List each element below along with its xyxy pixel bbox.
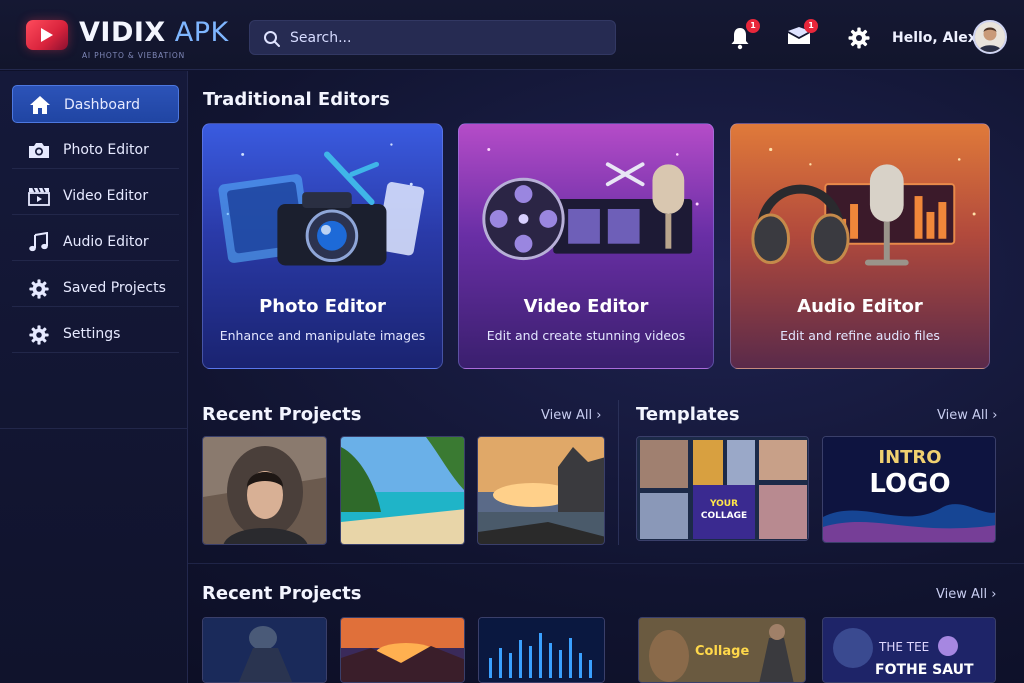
chevron-right-icon: › <box>992 408 998 423</box>
sidebar-item-label: Dashboard <box>64 97 140 113</box>
audio-editor-card-title: Audio Editor <box>797 296 923 317</box>
the-tee-text-1: THE TEE <box>879 640 930 654</box>
search-icon <box>264 31 280 47</box>
recent-project-thumbnail[interactable] <box>478 617 605 683</box>
camera-icon <box>29 143 49 158</box>
recent-project-thumbnail[interactable] <box>340 617 465 683</box>
view-all-label: View All <box>936 587 988 602</box>
clapperboard-icon <box>28 187 50 206</box>
section-title-editors: Traditional Editors <box>203 89 390 110</box>
sidebar-item-audio-editor[interactable]: Audio Editor <box>12 223 179 261</box>
templates-view-all-link[interactable]: View All › <box>937 408 997 423</box>
music-note-icon <box>29 232 48 252</box>
sidebar-item-label: Audio Editor <box>63 234 149 250</box>
view-all-label: View All <box>937 408 989 423</box>
gear-icon <box>29 279 49 299</box>
section-title-templates: Templates <box>636 404 740 425</box>
intro-logo-template-thumbnail[interactable]: INTRO LOGO <box>822 436 996 543</box>
sidebar: Dashboard Photo Editor Video Editor Audi… <box>0 71 188 683</box>
sidebar-item-photo-editor[interactable]: Photo Editor <box>12 131 179 169</box>
logo-play-icon[interactable] <box>26 20 68 50</box>
collage-template-thumbnail[interactable]: YOUR COLLAGE <box>636 436 809 541</box>
audio-editor-card-desc: Edit and refine audio files <box>780 328 940 343</box>
sidebar-item-label: Settings <box>63 326 121 342</box>
notifications-badge: 1 <box>746 19 760 33</box>
section-divider <box>618 400 619 545</box>
recent-project-thumbnail[interactable] <box>340 436 465 545</box>
gear-icon <box>29 325 49 345</box>
top-header: VIDIX APK AI PHOTO & VIEBATION 1 1 <box>0 0 1024 70</box>
audio-editor-illustration <box>751 147 976 266</box>
recent-projects-view-all-link[interactable]: View All › <box>541 408 601 423</box>
collage-project-thumbnail[interactable]: Collage <box>638 617 806 683</box>
section-separator <box>188 563 1024 564</box>
the-tee-project-thumbnail[interactable]: THE TEE FOTHE SAUT <box>822 617 996 683</box>
photo-editor-card[interactable]: Photo Editor Enhance and manipulate imag… <box>202 123 443 369</box>
the-tee-text-2: FOTHE SAUT <box>875 662 974 678</box>
sidebar-item-dashboard[interactable]: Dashboard <box>12 85 179 123</box>
video-editor-illustration <box>482 147 699 261</box>
section-title-recent-projects: Recent Projects <box>202 404 362 425</box>
sidebar-item-label: Photo Editor <box>63 142 149 158</box>
notifications-button[interactable]: 1 <box>728 19 760 52</box>
sidebar-divider <box>0 428 188 429</box>
sidebar-item-label: Video Editor <box>63 188 149 204</box>
photo-editor-card-title: Photo Editor <box>259 296 386 317</box>
sidebar-item-video-editor[interactable]: Video Editor <box>12 177 179 215</box>
sidebar-item-label: Saved Projects <box>63 280 166 296</box>
messages-badge: 1 <box>804 19 818 33</box>
recent-projects-2-view-all-link[interactable]: View All › <box>936 587 996 602</box>
section-title-recent-projects-2: Recent Projects <box>202 583 362 604</box>
sidebar-item-saved-projects[interactable]: Saved Projects <box>12 269 179 307</box>
user-avatar[interactable] <box>973 20 1007 54</box>
app-name: VIDIX <box>79 17 166 48</box>
collage-template-text-1: YOUR <box>709 499 739 509</box>
search-bar[interactable] <box>249 20 616 55</box>
settings-button[interactable] <box>847 26 873 52</box>
user-greeting[interactable]: Hello, Alex <box>892 30 977 46</box>
photo-editor-illustration <box>218 143 425 266</box>
video-editor-card-title: Video Editor <box>523 296 649 317</box>
search-input[interactable] <box>290 27 600 49</box>
home-icon <box>30 96 50 114</box>
collage-template-text-2: COLLAGE <box>700 511 748 521</box>
app-name-accent: APK <box>165 17 229 48</box>
collage-project-label: Collage <box>695 644 750 659</box>
audio-editor-card[interactable]: Audio Editor Edit and refine audio files <box>730 123 990 369</box>
chevron-right-icon: › <box>596 408 602 423</box>
app-tagline: AI PHOTO & VIEBATION <box>82 51 185 60</box>
recent-project-thumbnail[interactable] <box>202 436 327 545</box>
chevron-right-icon: › <box>991 587 997 602</box>
messages-button[interactable]: 1 <box>786 19 818 52</box>
gear-icon <box>848 27 870 49</box>
recent-project-thumbnail[interactable] <box>477 436 605 545</box>
video-editor-card[interactable]: Video Editor Edit and create stunning vi… <box>458 123 714 369</box>
photo-editor-card-desc: Enhance and manipulate images <box>219 328 426 343</box>
intro-logo-text-1: INTRO <box>878 447 942 468</box>
app-logo-text[interactable]: VIDIX APK <box>79 17 229 48</box>
video-editor-card-desc: Edit and create stunning videos <box>486 328 686 343</box>
sidebar-item-settings[interactable]: Settings <box>12 315 179 353</box>
recent-project-thumbnail[interactable] <box>202 617 327 683</box>
view-all-label: View All <box>541 408 593 423</box>
intro-logo-text-2: LOGO <box>869 469 951 499</box>
